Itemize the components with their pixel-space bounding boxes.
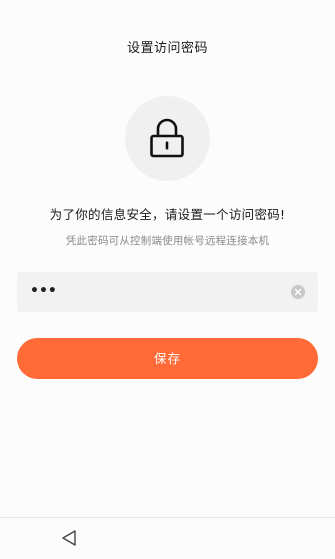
navigation-bar [0, 517, 335, 559]
password-input[interactable]: ••• [17, 272, 318, 312]
status-bar [0, 0, 335, 16]
clear-circle-icon[interactable] [291, 285, 305, 299]
triangle-back-icon[interactable] [60, 529, 78, 547]
page-title: 设置访问密码 [126, 41, 208, 56]
password-value[interactable]: ••• [30, 283, 57, 299]
lock-icon-container [125, 96, 210, 181]
lock-icon [150, 118, 184, 158]
save-button[interactable]: 保存 [17, 338, 318, 379]
remote-access-hint: 凭此密码可从控制端使用帐号远程连接本机 [65, 235, 270, 247]
security-headline: 为了你的信息安全，请设置一个访问密码! [49, 207, 286, 222]
